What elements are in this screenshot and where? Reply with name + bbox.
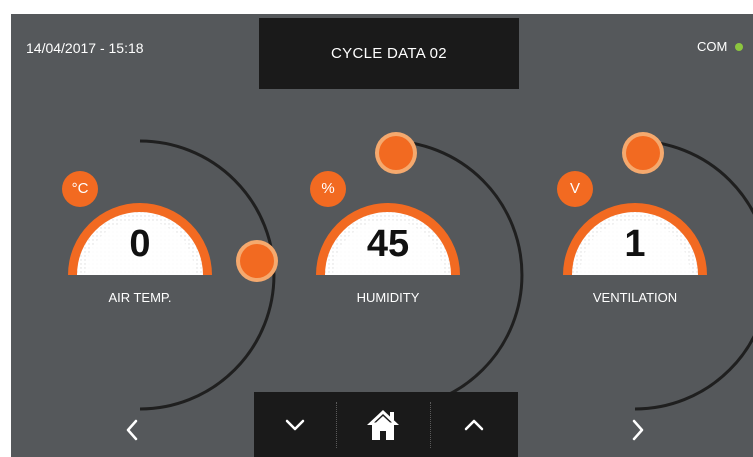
humidity-unit-badge: % [321,180,335,197]
home-button[interactable] [336,392,430,457]
ventilation-label: VENTILATION [592,290,678,305]
scroll-up-button[interactable] [430,392,518,457]
chevron-down-icon [285,419,305,430]
ventilation-knob [626,136,660,170]
home-icon [367,409,399,440]
air-temp-unit-badge: °C [71,180,89,197]
chevron-right-icon [632,419,644,441]
humidity-knob [379,136,413,170]
chevron-up-icon [464,419,484,430]
ventilation-unit-badge: V [569,180,580,197]
humidity-label: HUMIDITY [356,290,420,305]
bottom-toolbar [254,392,518,457]
air-temp-knob [240,244,274,278]
gauges-area: °C 0 AIR TEMP. % 45 HUMIDITY V 1 VENTILA… [11,14,753,457]
cycle-data-screen: 14/04/2017 - 15:18 CYCLE DATA 02 COM °C … [11,14,753,457]
previous-page-button[interactable] [112,412,152,448]
air-temp-value[interactable]: 0 [80,223,200,266]
next-page-button[interactable] [618,412,658,448]
ventilation-value[interactable]: 1 [575,223,695,266]
air-temp-label: AIR TEMP. [108,290,172,305]
chevron-left-icon [126,419,138,441]
humidity-value[interactable]: 45 [328,223,448,266]
scroll-down-button[interactable] [254,392,336,457]
